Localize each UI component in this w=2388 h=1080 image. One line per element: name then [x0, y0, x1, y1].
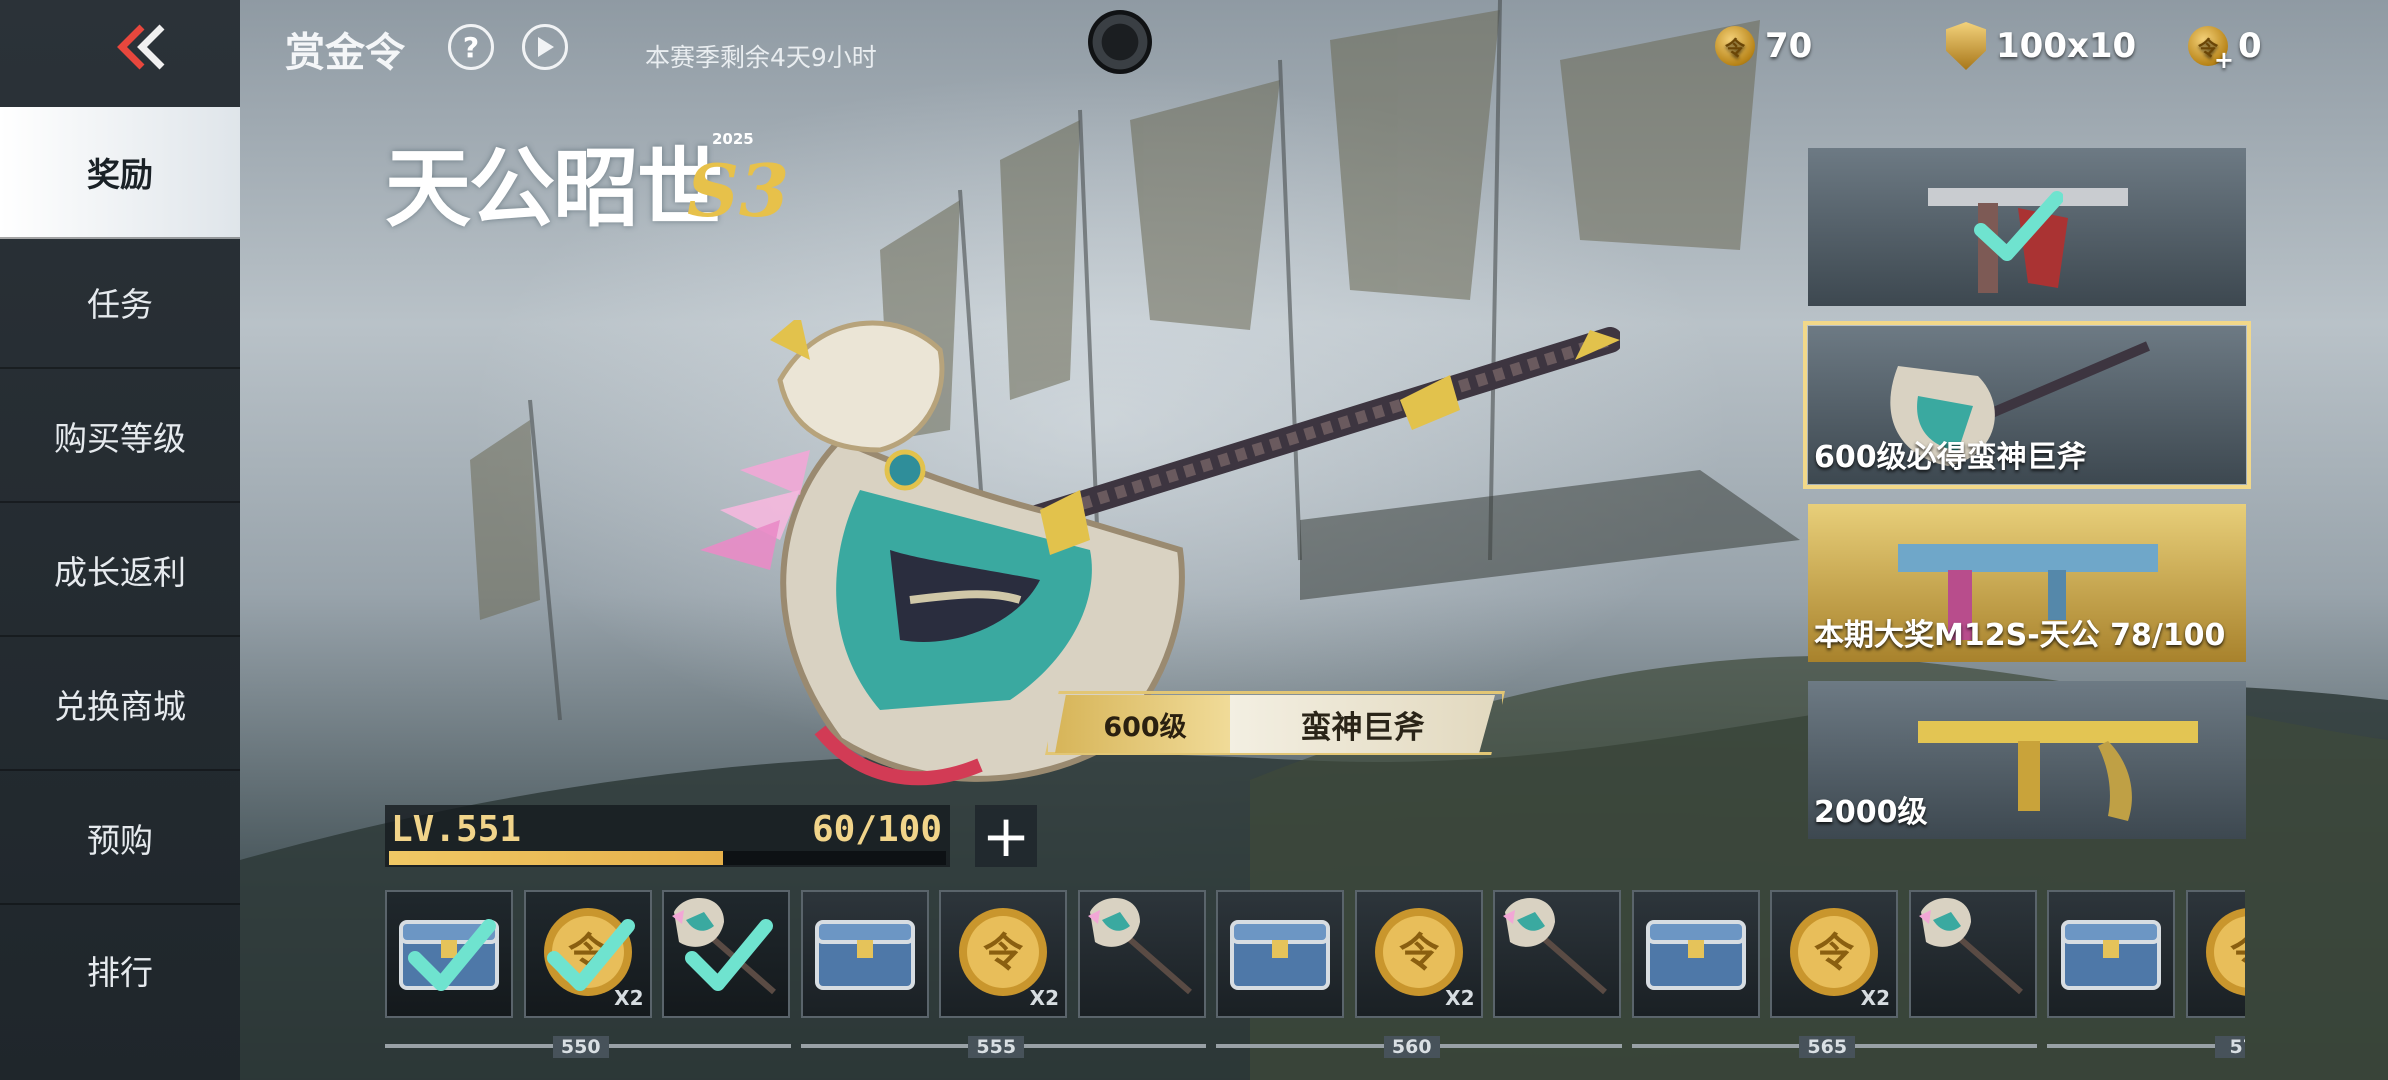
reward-track[interactable]: 令X2令X2令X2令X2令55055556056557 [385, 890, 2245, 1060]
sidebar-item-rewards[interactable]: 奖励 [0, 107, 240, 239]
featured-name: 蛮神巨斧 [1230, 695, 1495, 753]
sidebar-item-exchange-store[interactable]: 兑换商城 [0, 639, 240, 771]
currency-value: 70 [1765, 26, 1813, 66]
reward-slot-coin[interactable]: 令 X2 [523, 890, 652, 1018]
axe-icon [1503, 898, 1607, 995]
check-icon [546, 919, 635, 991]
sidebar-item-label: 预购 [87, 821, 153, 860]
currency-value: 0 [2238, 26, 2262, 66]
add-level-button[interactable]: + [975, 802, 1037, 870]
reward-card-grand-prize[interactable]: 本期大奖M12S-天公 78/100 [1808, 504, 2246, 662]
reward-slot-chest[interactable] [1216, 890, 1344, 1018]
back-button[interactable] [112, 22, 172, 72]
reward-slot-coin[interactable]: 令 X2 [939, 890, 1067, 1018]
svg-text:令: 令 [983, 930, 1024, 976]
svg-text:令: 令 [1814, 930, 1855, 976]
multiplier-badge: X2 [1860, 986, 1890, 1010]
featured-reward-label[interactable]: 600级 蛮神巨斧 [1045, 691, 1505, 755]
coin-icon: 令 [1715, 26, 1755, 66]
xp-text: 60/100 [811, 809, 942, 850]
reward-slot-chest[interactable] [385, 890, 513, 1018]
reward-slot-chest[interactable] [800, 890, 929, 1018]
sidebar-item-growth-rebate[interactable]: 成长返利 [0, 505, 240, 637]
level-text: LV.551 [391, 809, 522, 850]
chest-icon [2061, 920, 2161, 990]
check-icon [685, 919, 773, 991]
season-countdown: 本赛季剩余4天9小时 [645, 43, 877, 72]
sidebar-item-label: 成长返利 [54, 553, 186, 592]
shield-token-icon [1946, 22, 1986, 70]
check-icon [1974, 191, 2063, 261]
reward-slot-chest[interactable] [2047, 890, 2175, 1018]
plus-icon: + [981, 802, 1031, 870]
level-marker: 560 [1383, 1036, 1440, 1058]
camera-cutout [1088, 10, 1152, 74]
reward-slot-axe[interactable] [1077, 890, 1206, 1018]
logo-year: 2025 [712, 130, 754, 148]
svg-text:令: 令 [2230, 930, 2246, 976]
sidebar-item-tasks[interactable]: 任务 [0, 237, 240, 369]
sidebar-item-ranking[interactable]: 排行 [0, 905, 240, 1035]
question-icon: ? [462, 30, 480, 64]
multiplier-badge: X2 [1445, 986, 1475, 1010]
season-logo: 天公昭世 S3 2025 [385, 118, 789, 248]
reward-card-axe[interactable]: 600级必得蛮神巨斧 [1808, 326, 2246, 484]
reward-card-2000[interactable]: 2000级 [1808, 681, 2246, 839]
featured-level: 600级 [1055, 695, 1235, 753]
reward-slot-coin[interactable]: 令 [2185, 890, 2246, 1018]
currency-coins[interactable]: 令 70 [1715, 20, 1812, 72]
card-label: 本期大奖M12S-天公 78/100 [1814, 618, 2226, 653]
card-label: 2000级 [1814, 795, 1928, 830]
multiplier-badge: X2 [1029, 986, 1059, 1010]
reward-slot-axe[interactable] [662, 890, 790, 1018]
card-label: 600级必得蛮神巨斧 [1814, 440, 2087, 475]
reward-card-claimed[interactable] [1808, 148, 2246, 306]
chest-icon [1230, 920, 1330, 990]
sidebar-item-label: 奖励 [87, 155, 153, 194]
sidebar-item-label: 任务 [87, 285, 153, 324]
sidebar-item-buy-levels[interactable]: 购买等级 [0, 371, 240, 503]
xp-bar [389, 851, 946, 865]
chest-icon [1645, 920, 1746, 990]
reward-slot-coin[interactable]: 令 X2 [1770, 890, 1898, 1018]
sidebar-item-label: 排行 [87, 953, 153, 992]
check-icon [408, 919, 496, 991]
reward-slot-axe[interactable] [1908, 890, 2037, 1018]
level-progress-panel: LV.551 60/100 [385, 805, 950, 867]
play-video-button[interactable] [522, 24, 568, 70]
sidebar-nav: 奖励 任务 购买等级 成长返利 兑换商城 预购 排行 [0, 0, 240, 1080]
chest-icon [814, 920, 915, 990]
currency-bounty[interactable]: 令 + 0 [2188, 20, 2262, 74]
play-icon [538, 37, 554, 57]
axe-icon [1087, 898, 1192, 995]
level-marker: 555 [968, 1036, 1025, 1058]
reward-slot-coin[interactable]: 令 X2 [1354, 890, 1483, 1018]
double-chevron-left-icon [117, 24, 165, 70]
currency-value: 100x10 [1996, 26, 2137, 66]
logo-text: 天公昭世 [385, 138, 723, 239]
coin-plus-icon: 令 + [2188, 26, 2234, 74]
sidebar-item-label: 兑换商城 [54, 687, 186, 726]
xp-bar-fill [389, 851, 724, 865]
help-button[interactable]: ? [448, 24, 494, 70]
logo-season: S3 [687, 148, 790, 233]
svg-text:令: 令 [1399, 930, 1440, 976]
reward-slot-axe[interactable] [1493, 890, 1621, 1018]
currency-tokens[interactable]: 100x10 [1946, 20, 2136, 72]
page-title: 赏金令 [285, 30, 405, 76]
coin-icon: 令 [2205, 908, 2246, 996]
level-marker: 57 [2214, 1036, 2245, 1058]
level-marker: 565 [1799, 1036, 1856, 1058]
axe-icon [1918, 898, 2023, 995]
sidebar-item-preorder[interactable]: 预购 [0, 773, 240, 905]
reward-slot-chest[interactable] [1631, 890, 1760, 1018]
level-marker: 550 [552, 1036, 609, 1058]
sidebar-item-label: 购买等级 [54, 419, 186, 458]
